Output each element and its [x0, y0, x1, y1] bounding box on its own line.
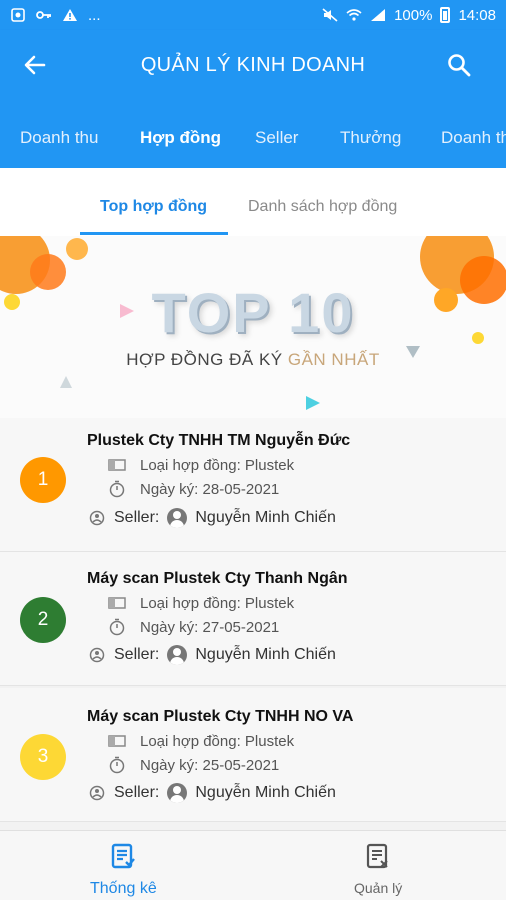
banner-subline-main: HỢP ĐỒNG ĐÃ KÝ: [126, 350, 288, 369]
signal-icon: [370, 8, 386, 22]
top10-banner: TOP 10 HỢP ĐỒNG ĐÃ KÝ GẦN NHẤT: [0, 236, 506, 418]
seller-row: Seller: Nguyễn Minh Chiến: [88, 645, 336, 665]
app-bar: QUẢN LÝ KINH DOANH: [0, 30, 506, 100]
contract-title: Máy scan Plustek Cty Thanh Ngân: [87, 570, 348, 587]
contract-title: Plustek Cty TNHH TM Nguyễn Đức: [87, 432, 351, 449]
mute-icon: [322, 8, 338, 22]
rank-badge: 3: [20, 734, 66, 780]
seller-row: Seller: Nguyễn Minh Chiến: [88, 783, 336, 803]
document-icon: [108, 594, 126, 612]
main-tabs: Doanh thu Hợp đồng Seller Thưởng Doanh t…: [0, 100, 506, 168]
page-title: QUẢN LÝ KINH DOANH: [140, 53, 366, 76]
banner-subline: HỢP ĐỒNG ĐÃ KÝ GẦN NHẤT: [0, 350, 506, 370]
confetti-triangle: [60, 376, 72, 388]
contract-date-row: Ngày ký: 28-05-2021: [108, 480, 279, 498]
seller-name: Nguyễn Minh Chiến: [195, 646, 336, 663]
search-icon[interactable]: [446, 52, 472, 78]
document-icon: [108, 456, 126, 474]
stopwatch-icon: [108, 480, 126, 498]
confetti-triangle: [306, 396, 320, 410]
tab-thuong[interactable]: Thưởng: [340, 128, 401, 148]
banner-subline-highlight: GẦN NHẤT: [287, 350, 380, 369]
person-icon: [88, 646, 106, 664]
subtab-indicator: [80, 232, 228, 235]
contract-date-row: Ngày ký: 25-05-2021: [108, 756, 279, 774]
confetti-dot: [66, 238, 88, 260]
seller-avatar: [167, 645, 188, 665]
seller-row: Seller: Nguyễn Minh Chiến: [88, 508, 336, 528]
warning-icon: [62, 8, 78, 22]
status-ellipsis: ...: [88, 6, 101, 24]
contract-type-row: Loại hợp đồng: Plustek: [108, 456, 294, 474]
contract-type: Loại hợp đồng: Plustek: [140, 732, 295, 750]
nav-item-thong-ke[interactable]: Thống kê: [90, 843, 157, 898]
nav-label: Thống kê: [90, 880, 157, 897]
tab-doanh-thu-2[interactable]: Doanh th: [441, 128, 506, 148]
subtab-top-contracts[interactable]: Top hợp đồng: [100, 198, 207, 216]
nav-label: Quản lý: [354, 880, 403, 896]
battery-icon: [440, 7, 451, 23]
contract-card[interactable]: 3 Máy scan Plustek Cty TNHH NO VA Loại h…: [0, 688, 506, 822]
seller-name: Nguyễn Minh Chiến: [195, 784, 336, 801]
banner-headline: TOP 10: [151, 281, 355, 344]
battery-percent: 100%: [394, 6, 433, 24]
seller-label: Seller:: [114, 784, 160, 801]
subtab-contract-list[interactable]: Danh sách hợp đồng: [248, 198, 397, 216]
contract-title: Máy scan Plustek Cty TNHH NO VA: [87, 708, 354, 725]
seller-avatar: [167, 783, 188, 803]
wifi-icon: [346, 8, 362, 22]
tab-doanh-thu[interactable]: Doanh thu: [20, 128, 98, 148]
contract-type: Loại hợp đồng: Plustek: [140, 456, 295, 474]
contract-date: Ngày ký: 27-05-2021: [140, 618, 280, 636]
rank-badge: 1: [20, 457, 66, 503]
status-time: 14:08: [458, 6, 496, 24]
report-icon: [110, 843, 136, 876]
seller-label: Seller:: [114, 646, 160, 663]
person-icon: [88, 509, 106, 527]
key-icon: [36, 8, 52, 22]
seller-label: Seller:: [114, 509, 160, 526]
contract-date: Ngày ký: 28-05-2021: [140, 480, 280, 498]
manage-icon: [365, 843, 391, 876]
contract-card[interactable]: 1 Plustek Cty TNHH TM Nguyễn Đức Loại hợ…: [0, 418, 506, 552]
contract-date-row: Ngày ký: 27-05-2021: [108, 618, 279, 636]
document-icon: [108, 732, 126, 750]
contract-date: Ngày ký: 25-05-2021: [140, 756, 280, 774]
person-icon: [88, 784, 106, 802]
contract-type-row: Loại hợp đồng: Plustek: [108, 594, 294, 612]
tab-hop-dong[interactable]: Hợp đồng: [140, 128, 221, 148]
stopwatch-icon: [108, 618, 126, 636]
notification-icon: [10, 8, 26, 22]
status-bar: ... 100% 14:08: [0, 0, 506, 30]
contract-card[interactable]: 2 Máy scan Plustek Cty Thanh Ngân Loại h…: [0, 552, 506, 686]
seller-name: Nguyễn Minh Chiến: [195, 509, 336, 526]
back-arrow-icon[interactable]: [22, 52, 48, 78]
nav-item-quan-ly[interactable]: Quản lý: [354, 843, 402, 896]
sub-tabs: Top hợp đồng Danh sách hợp đồng: [0, 168, 506, 236]
bottom-nav: Thống kê Quản lý: [0, 830, 506, 900]
seller-avatar: [167, 508, 188, 528]
rank-badge: 2: [20, 597, 66, 643]
contract-type: Loại hợp đồng: Plustek: [140, 594, 295, 612]
tab-seller[interactable]: Seller: [255, 128, 298, 148]
stopwatch-icon: [108, 756, 126, 774]
contract-type-row: Loại hợp đồng: Plustek: [108, 732, 294, 750]
